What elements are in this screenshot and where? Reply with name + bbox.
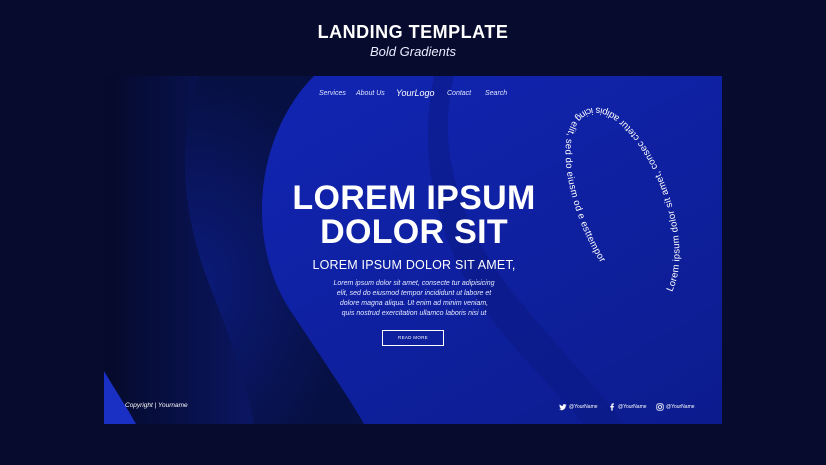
instagram-handle: @YourName [666, 403, 695, 410]
instagram-icon [656, 402, 664, 411]
footer-copyright: Copyright | Yourname [125, 402, 188, 409]
social-instagram[interactable]: @YourName [656, 402, 695, 411]
twitter-icon [559, 403, 567, 410]
ring-text-graphic: Lorem ipsum dolor sit amet, consec ctetu… [562, 105, 682, 294]
twitter-handle: @YourName [569, 403, 598, 410]
showcase-title: LANDING TEMPLATE [317, 22, 509, 42]
svg-text:Lorem ipsum dolor sit amet, co: Lorem ipsum dolor sit amet, consec ctetu… [562, 105, 682, 294]
landing-frame: Services About Us YourLogo Contact Searc… [104, 76, 722, 424]
ring-text: Lorem ipsum dolor sit amet, consec ctetu… [562, 105, 682, 294]
page: LANDING TEMPLATE Bold Gradients Services… [0, 0, 826, 465]
facebook-icon [610, 402, 614, 411]
showcase-subtitle: Bold Gradients [370, 44, 456, 59]
facebook-handle: @YourName [618, 403, 647, 410]
social-facebook[interactable]: @YourName [608, 402, 647, 411]
social-twitter[interactable]: @YourName [559, 402, 598, 411]
